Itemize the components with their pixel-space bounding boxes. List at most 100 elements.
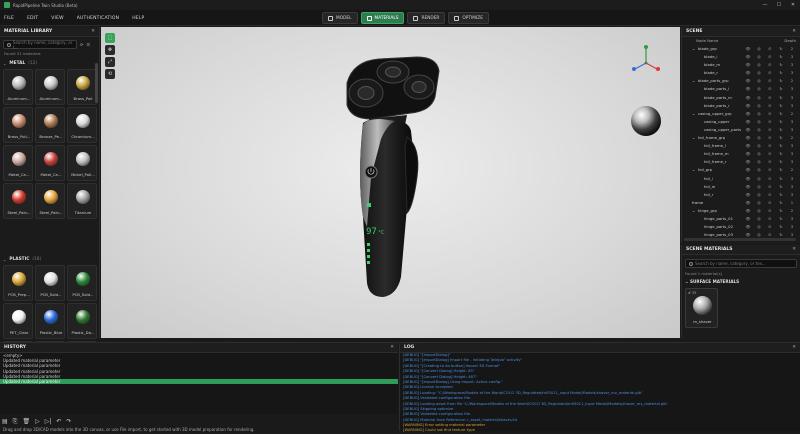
eye-icon[interactable]: 👁 bbox=[745, 111, 751, 116]
menu-view[interactable]: VIEW bbox=[51, 16, 64, 21]
close-panel-icon[interactable]: ✕ bbox=[792, 245, 796, 255]
material-tile-m-shaver[interactable]: # 35 m_shaver bbox=[685, 288, 718, 328]
eye-icon[interactable]: 👁 bbox=[745, 232, 751, 237]
material-tile[interactable]: Plastic_Blue bbox=[35, 303, 65, 339]
lock-icon[interactable]: ⊙ bbox=[767, 200, 773, 205]
material-tile[interactable]: PCB_Sold... bbox=[35, 265, 65, 301]
eye-icon[interactable]: 👁 bbox=[745, 62, 751, 67]
spin-icon[interactable]: ↻ bbox=[778, 208, 784, 213]
scene-node-row[interactable]: blade_m 👁 ◎ ⊙ ↻ 3 bbox=[682, 61, 799, 69]
material-tile[interactable]: PCB_Sold... bbox=[67, 265, 97, 301]
spin-icon[interactable]: ↻ bbox=[778, 192, 784, 197]
scene-node-row[interactable]: blade_parts_m 👁 ◎ ⊙ ↻ 3 bbox=[682, 94, 799, 102]
material-tile[interactable]: Plastic_Da... bbox=[67, 303, 97, 339]
filter-icon[interactable]: ☰ bbox=[86, 42, 90, 47]
material-tile[interactable]: Steel_Pain... bbox=[3, 183, 33, 219]
isolate-icon[interactable]: ◎ bbox=[756, 232, 762, 237]
isolate-icon[interactable]: ◎ bbox=[756, 192, 762, 197]
isolate-icon[interactable]: ◎ bbox=[756, 184, 762, 189]
spin-icon[interactable]: ↻ bbox=[778, 111, 784, 116]
scene-node-row[interactable]: foil_r 👁 ◎ ⊙ ↻ 3 bbox=[682, 191, 799, 199]
eye-icon[interactable]: 👁 bbox=[745, 200, 751, 205]
mode-materials-button[interactable]: MATERIALS bbox=[360, 12, 405, 24]
spin-icon[interactable]: ↻ bbox=[778, 95, 784, 100]
close-panel-icon[interactable]: ✕ bbox=[792, 343, 796, 353]
mode-render-button[interactable]: RENDER bbox=[407, 12, 446, 24]
lock-icon[interactable]: ⊙ bbox=[767, 224, 773, 229]
eye-icon[interactable]: 👁 bbox=[745, 176, 751, 181]
eye-icon[interactable]: 👁 bbox=[745, 159, 751, 164]
scrollbar[interactable] bbox=[95, 63, 98, 103]
eye-icon[interactable]: 👁 bbox=[745, 54, 751, 59]
chevron-down-icon[interactable]: ⌄ bbox=[692, 208, 695, 213]
lock-icon[interactable]: ⊙ bbox=[767, 111, 773, 116]
spin-icon[interactable]: ↻ bbox=[778, 159, 784, 164]
material-tile[interactable]: Steel_Pain... bbox=[35, 183, 65, 219]
isolate-icon[interactable]: ◎ bbox=[756, 119, 762, 124]
scene-node-row[interactable]: ⌄ blade_grp 👁 ◎ ⊙ ↻ 2 bbox=[682, 45, 799, 53]
isolate-icon[interactable]: ◎ bbox=[756, 54, 762, 59]
isolate-icon[interactable]: ◎ bbox=[756, 62, 762, 67]
spin-icon[interactable]: ↻ bbox=[778, 86, 784, 91]
lock-icon[interactable]: ⊙ bbox=[767, 62, 773, 67]
isolate-icon[interactable]: ◎ bbox=[756, 70, 762, 75]
chevron-down-icon[interactable]: ⌄ bbox=[692, 135, 695, 140]
spin-icon[interactable]: ↻ bbox=[778, 103, 784, 108]
material-tile[interactable]: Brass_Poli... bbox=[3, 107, 33, 143]
lock-icon[interactable]: ⊙ bbox=[767, 119, 773, 124]
material-tile[interactable]: Aluminum... bbox=[3, 69, 33, 105]
isolate-icon[interactable]: ◎ bbox=[756, 111, 762, 116]
isolate-icon[interactable]: ◎ bbox=[756, 151, 762, 156]
lock-icon[interactable]: ⊙ bbox=[767, 184, 773, 189]
chevron-down-icon[interactable]: ⌄ bbox=[692, 111, 695, 116]
scene-node-row[interactable]: ⌄ hinge_grp 👁 ◎ ⊙ ↻ 2 bbox=[682, 207, 799, 215]
spin-icon[interactable]: ↻ bbox=[778, 176, 784, 181]
isolate-icon[interactable]: ◎ bbox=[756, 103, 762, 108]
eye-icon[interactable]: 👁 bbox=[745, 192, 751, 197]
lock-icon[interactable]: ⊙ bbox=[767, 232, 773, 237]
history-item[interactable]: Updated material parameter bbox=[0, 378, 398, 385]
eye-icon[interactable]: 👁 bbox=[745, 46, 751, 51]
spin-icon[interactable]: ↻ bbox=[778, 184, 784, 189]
spin-icon[interactable]: ↻ bbox=[778, 54, 784, 59]
material-tile[interactable]: Nickel_Poli... bbox=[67, 145, 97, 181]
lock-icon[interactable]: ⊙ bbox=[767, 86, 773, 91]
scene-node-row[interactable]: ⌄ foil_grp 👁 ◎ ⊙ ↻ 2 bbox=[682, 166, 799, 174]
close-panel-icon[interactable]: ✕ bbox=[91, 27, 95, 37]
lock-icon[interactable]: ⊙ bbox=[767, 46, 773, 51]
material-tile[interactable]: Metal_Ca... bbox=[3, 145, 33, 181]
chevron-down-icon[interactable]: ⌄ bbox=[692, 46, 695, 51]
lock-icon[interactable]: ⊙ bbox=[767, 167, 773, 172]
spin-icon[interactable]: ↻ bbox=[778, 216, 784, 221]
lock-icon[interactable]: ⊙ bbox=[767, 159, 773, 164]
isolate-icon[interactable]: ◎ bbox=[756, 127, 762, 132]
chevron-down-icon[interactable]: ⌄ bbox=[692, 78, 695, 83]
spin-icon[interactable]: ↻ bbox=[778, 224, 784, 229]
spin-icon[interactable]: ↻ bbox=[778, 78, 784, 83]
chevron-down-icon[interactable]: ⌄ bbox=[692, 167, 695, 172]
eye-icon[interactable]: 👁 bbox=[745, 86, 751, 91]
isolate-icon[interactable]: ◎ bbox=[756, 86, 762, 91]
close-window-button[interactable]: ✕ bbox=[786, 0, 800, 10]
menu-edit[interactable]: EDIT bbox=[27, 16, 38, 21]
mode-model-button[interactable]: MODEL bbox=[322, 12, 358, 24]
menu-help[interactable]: HELP bbox=[132, 16, 144, 21]
3d-viewport[interactable]: ⬚ ✥ ⤢ ⟲ 97 °C bbox=[101, 27, 680, 338]
isolate-icon[interactable]: ◎ bbox=[756, 224, 762, 229]
eye-icon[interactable]: 👁 bbox=[745, 143, 751, 148]
surface-materials-section[interactable]: ⌄ SURFACE MATERIALS bbox=[685, 279, 739, 284]
isolate-icon[interactable]: ◎ bbox=[756, 159, 762, 164]
eye-icon[interactable]: 👁 bbox=[745, 135, 751, 140]
lock-icon[interactable]: ⊙ bbox=[767, 103, 773, 108]
scene-node-row[interactable]: hinge_parts_01 👁 ◎ ⊙ ↻ 3 bbox=[682, 215, 799, 223]
material-tile[interactable]: Bronze_Pe... bbox=[35, 107, 65, 143]
scene-node-row[interactable]: blade_parts_l 👁 ◎ ⊙ ↻ 3 bbox=[682, 85, 799, 93]
scene-node-row[interactable]: foil_frame_m 👁 ◎ ⊙ ↻ 3 bbox=[682, 150, 799, 158]
isolate-icon[interactable]: ◎ bbox=[756, 143, 762, 148]
isolate-icon[interactable]: ◎ bbox=[756, 95, 762, 100]
lock-icon[interactable]: ⊙ bbox=[767, 95, 773, 100]
isolate-icon[interactable]: ◎ bbox=[756, 208, 762, 213]
scene-node-row[interactable]: ⌄ blade_parts_grp 👁 ◎ ⊙ ↻ 2 bbox=[682, 77, 799, 85]
menu-authentication[interactable]: AUTHENTICATION bbox=[77, 16, 119, 21]
lock-icon[interactable]: ⊙ bbox=[767, 176, 773, 181]
